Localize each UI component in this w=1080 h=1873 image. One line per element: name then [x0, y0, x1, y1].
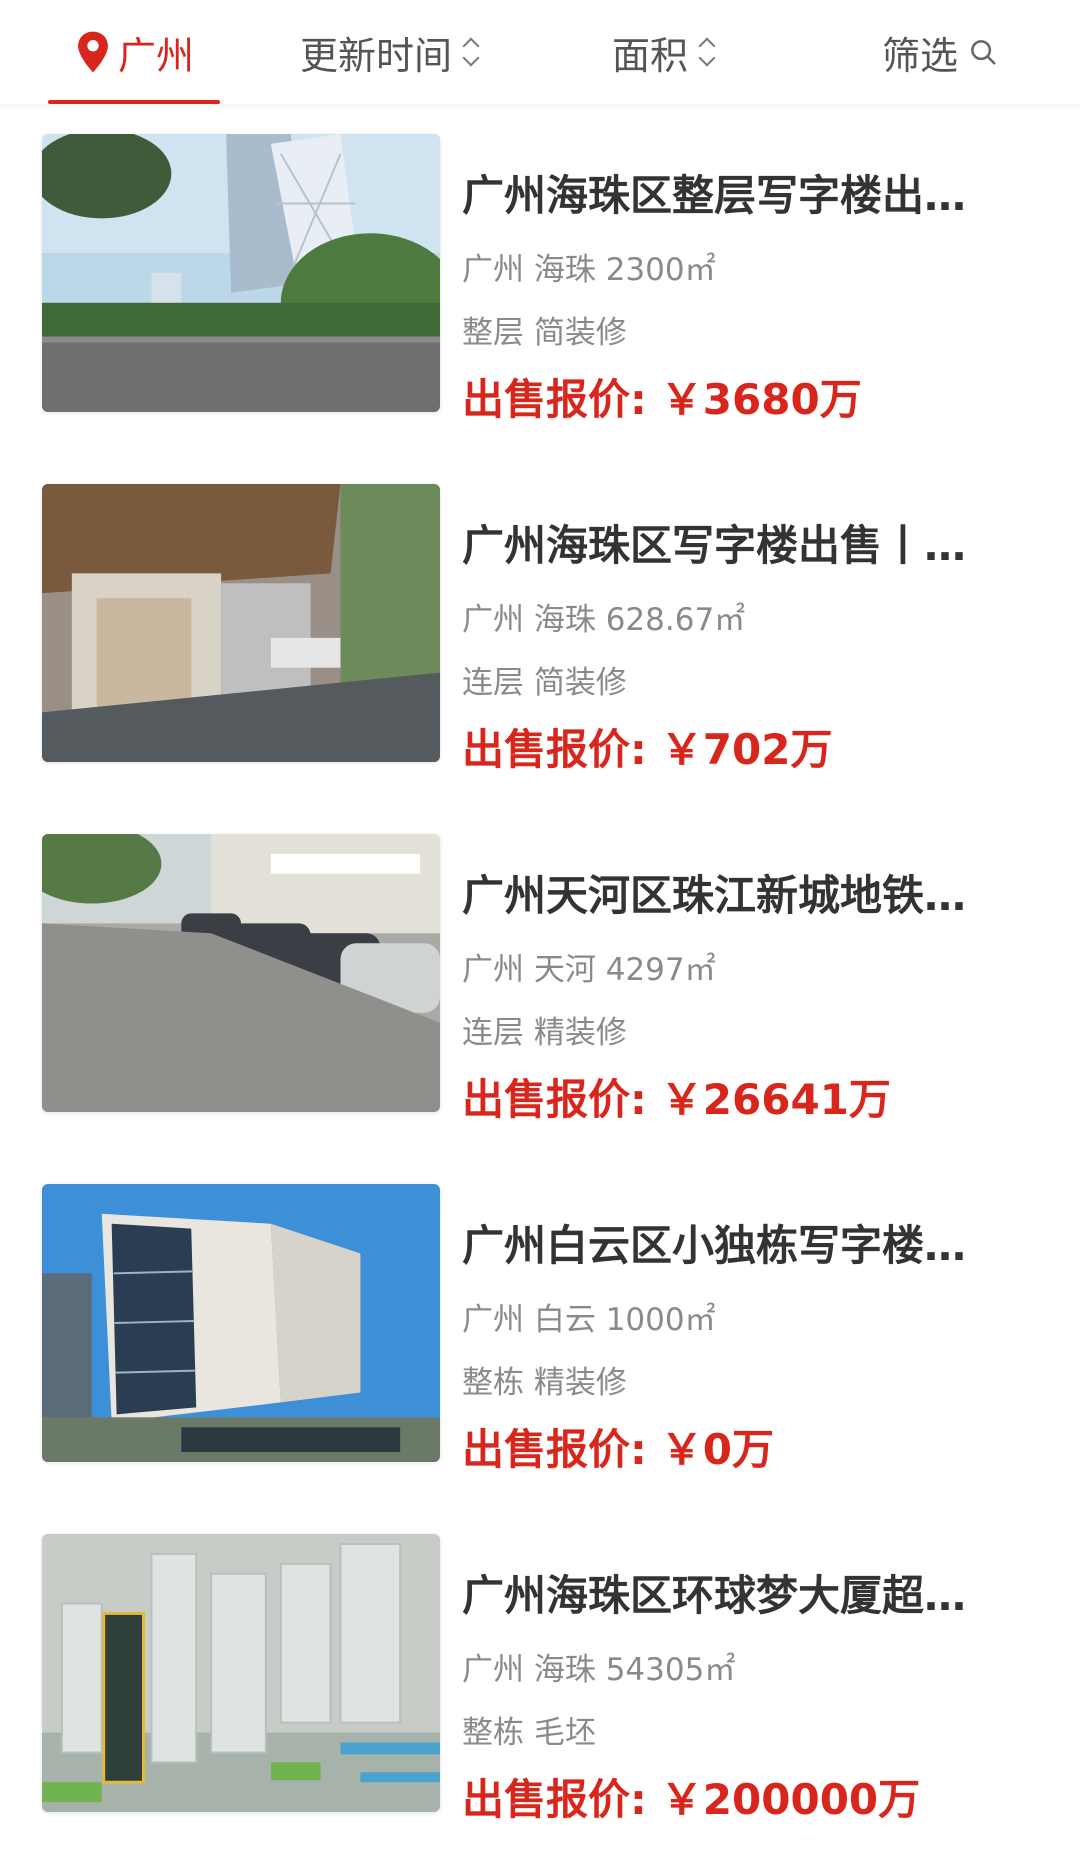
price-label: 出售报价: [462, 1075, 647, 1124]
listing-card[interactable]: 广州海珠区整层写字楼出… 广州 海珠 2300㎡ 整层 简装修 出售报价: ￥36… [0, 114, 1080, 464]
sort-arrows-icon [462, 35, 480, 69]
listing-location-area: 广州 海珠 628.67㎡ [462, 602, 746, 638]
price-value: ￥26641万 [660, 1075, 891, 1124]
listing-title: 广州海珠区写字楼出售丨… [462, 521, 967, 570]
listing-floor-decoration: 整栋 毛坯 [462, 1715, 596, 1751]
filter-button[interactable]: 筛选 [882, 0, 998, 104]
listing-floor-decoration: 连层 精装修 [462, 1015, 627, 1051]
listing-photo[interactable] [42, 834, 440, 1112]
listing-card[interactable]: 广州海珠区环球梦大厦超… 广州 海珠 54305㎡ 整栋 毛坯 出售报价: ￥20… [0, 1514, 1080, 1864]
listing-location-area: 广州 天河 4297㎡ [462, 952, 716, 988]
listing-price: 出售报价: ￥26641万 [462, 1066, 891, 1127]
price-label: 出售报价: [462, 1425, 647, 1474]
listing-title: 广州海珠区环球梦大厦超… [462, 1571, 967, 1620]
listing-floor-decoration: 整层 简装修 [462, 315, 627, 351]
sort-by-update-time[interactable]: 更新时间 [300, 0, 480, 104]
price-value: ￥0万 [660, 1425, 775, 1474]
sort-by-area[interactable]: 面积 [612, 0, 716, 104]
listing-photo[interactable] [42, 134, 440, 412]
standalone-building-photo [42, 1184, 440, 1462]
listing-location-area: 广州 海珠 54305㎡ [462, 1652, 736, 1688]
filter-label: 筛选 [882, 33, 959, 78]
listing-photo[interactable] [42, 1534, 440, 1812]
sort-update-label: 更新时间 [300, 33, 453, 78]
city-label: 广州 [118, 33, 195, 78]
street-parking-photo [42, 834, 440, 1112]
listing-floor-decoration: 连层 简装修 [462, 665, 627, 701]
listing-price: 出售报价: ￥200000万 [462, 1766, 920, 1827]
price-label: 出售报价: [462, 725, 647, 774]
listing-title: 广州天河区珠江新城地铁… [462, 871, 967, 920]
filter-bar: 广州 更新时间 面积 筛选 [0, 0, 1080, 104]
search-icon [971, 40, 996, 65]
listing-price: 出售报价: ￥702万 [462, 716, 832, 777]
price-label: 出售报价: [462, 1775, 647, 1824]
listing-photo[interactable] [42, 1184, 440, 1462]
listing-location-area: 广州 白云 1000㎡ [462, 1302, 716, 1338]
listing-title: 广州白云区小独栋写字楼… [462, 1221, 967, 1270]
listing-photo[interactable] [42, 484, 440, 762]
price-value: ￥702万 [660, 725, 833, 774]
listing-floor-decoration: 整栋 精装修 [462, 1365, 627, 1401]
listing-location-area: 广州 海珠 2300㎡ [462, 252, 716, 288]
price-value: ￥200000万 [660, 1775, 921, 1824]
listing-price: 出售报价: ￥0万 [462, 1416, 774, 1477]
listing-card[interactable]: 广州白云区小独栋写字楼… 广州 白云 1000㎡ 整栋 精装修 出售报价: ￥0万 [0, 1164, 1080, 1514]
sort-area-label: 面积 [612, 33, 689, 78]
listing-card[interactable]: 广州海珠区写字楼出售丨… 广州 海珠 628.67㎡ 连层 简装修 出售报价: ￥… [0, 464, 1080, 814]
listing-title: 广州海珠区整层写字楼出… [462, 171, 967, 220]
price-label: 出售报价: [462, 375, 647, 424]
office-tower-photo [42, 134, 440, 412]
active-tab-indicator [48, 100, 220, 104]
listing-card[interactable]: 广州天河区珠江新城地铁… 广州 天河 4297㎡ 连层 精装修 出售报价: ￥26… [0, 814, 1080, 1164]
listing-price: 出售报价: ￥3680万 [462, 366, 862, 427]
price-value: ￥3680万 [660, 375, 862, 424]
city-selector[interactable]: 广州 [74, 0, 194, 104]
sort-arrows-icon [698, 35, 716, 69]
location-pin-icon [78, 31, 108, 73]
district-rendering-photo [42, 1534, 440, 1812]
office-entrance-photo [42, 484, 440, 762]
